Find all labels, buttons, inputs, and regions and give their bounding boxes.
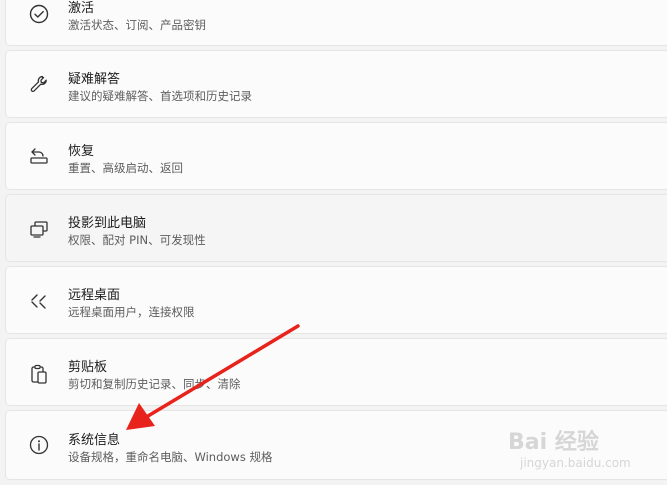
watermark-logo: Bai 经验 (508, 430, 599, 455)
remote-desktop-icon (28, 290, 50, 312)
item-subtitle: 设备规格，重命名电脑、Windows 规格 (68, 450, 273, 464)
item-title: 激活 (68, 1, 95, 16)
activation-check-icon (28, 3, 50, 25)
info-icon (28, 434, 50, 456)
recovery-icon (28, 145, 50, 167)
item-subtitle: 远程桌面用户，连接权限 (68, 305, 195, 319)
wrench-icon (28, 73, 50, 95)
project-to-pc-icon (28, 218, 50, 240)
settings-item-clipboard[interactable]: 剪贴板 剪切和复制历史记录、同步、清除 (5, 338, 667, 406)
settings-item-recovery[interactable]: 恢复 重置、高级启动、返回 (5, 122, 667, 190)
clipboard-icon (28, 363, 50, 385)
item-title: 剪贴板 (68, 360, 108, 375)
item-subtitle: 建议的疑难解答、首选项和历史记录 (68, 89, 252, 103)
item-title: 恢复 (68, 144, 95, 159)
settings-item-project-to-pc[interactable]: 投影到此电脑 权限、配对 PIN、可发现性 (5, 194, 667, 262)
item-subtitle: 激活状态、订阅、产品密钥 (68, 18, 206, 32)
item-title: 系统信息 (68, 433, 121, 448)
item-subtitle: 重置、高级启动、返回 (68, 161, 183, 175)
settings-item-remote-desktop[interactable]: 远程桌面 远程桌面用户，连接权限 (5, 266, 667, 334)
settings-item-troubleshoot[interactable]: 疑难解答 建议的疑难解答、首选项和历史记录 (5, 50, 667, 118)
watermark-url: jingyan.baidu.com (520, 456, 631, 470)
item-title: 远程桌面 (68, 288, 121, 303)
item-subtitle: 剪切和复制历史记录、同步、清除 (68, 377, 241, 391)
item-title: 疑难解答 (68, 72, 121, 87)
item-subtitle: 权限、配对 PIN、可发现性 (68, 233, 206, 247)
item-title: 投影到此电脑 (68, 216, 147, 231)
settings-item-activation[interactable]: 激活 激活状态、订阅、产品密钥 (5, 0, 667, 46)
